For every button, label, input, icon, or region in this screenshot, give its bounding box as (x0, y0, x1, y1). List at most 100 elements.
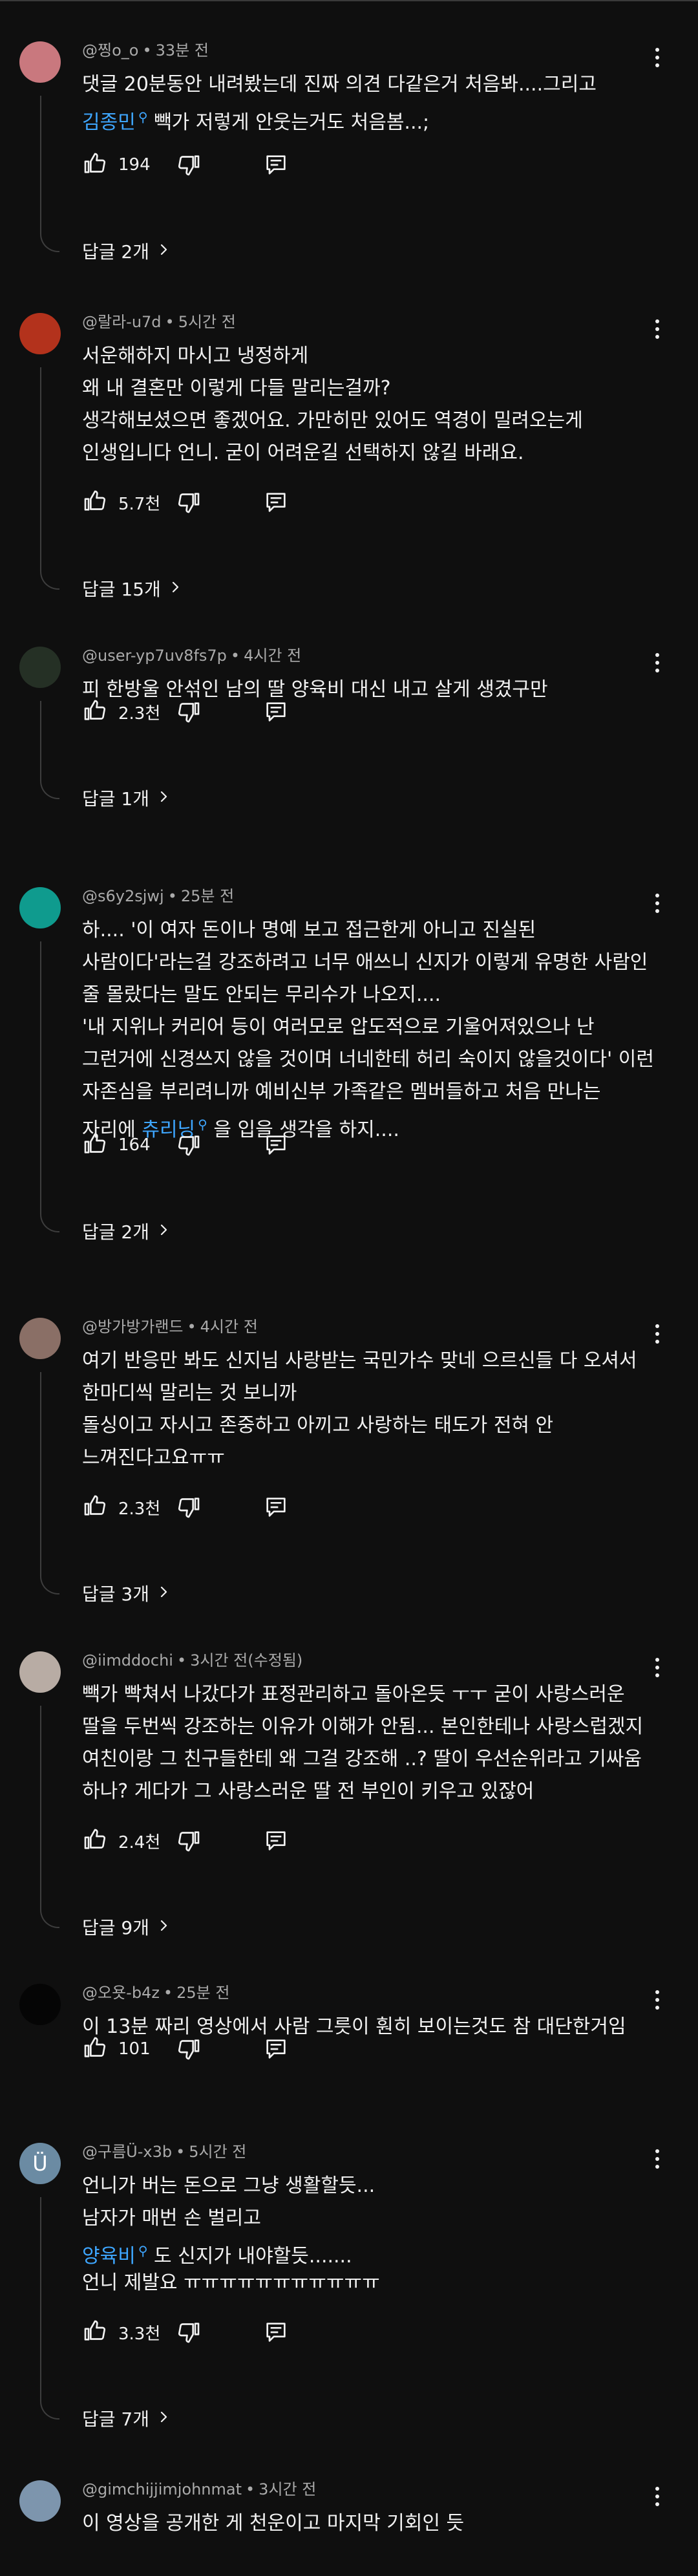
like-button[interactable]: 2.3천 (82, 1491, 160, 1523)
comment-text-line: 사람이다'라는걸 강조하려고 너무 애쓰니 신지가 이렇게 유명한 사람인 (82, 947, 651, 979)
author-handle[interactable]: @gimchijjimjohnmat (82, 2480, 242, 2498)
dislike-button[interactable] (176, 2036, 202, 2062)
thread-connector (40, 1372, 59, 1594)
author-handle[interactable]: @랄라-u7d (82, 313, 162, 331)
author-handle[interactable]: @s6y2sjwj (82, 887, 164, 905)
comment-text-line: 돌싱이고 자시고 존중하고 아끼고 사랑하는 태도가 전혀 안 (82, 1410, 651, 1442)
comment-time: 3시간 전(수정됨) (190, 1651, 303, 1669)
comment-reply-icon (263, 1135, 289, 1161)
dislike-button[interactable] (176, 1132, 202, 1158)
thumb-up-icon (82, 1131, 108, 1159)
dislike-button[interactable] (176, 1494, 202, 1520)
thumb-down-icon (176, 702, 202, 727)
mention-text: 김종민 (82, 111, 136, 134)
reply-button[interactable] (263, 2319, 289, 2345)
chevron-right-icon (149, 1916, 171, 1938)
reply-button[interactable] (263, 1828, 289, 1854)
view-replies-button[interactable]: 답글 3개 (82, 1580, 171, 1606)
author-handle[interactable]: @구름Ü-x3b (82, 2143, 172, 2161)
view-replies-button[interactable]: 답글 9개 (82, 1914, 171, 1940)
comment-text-line: 댓글 20분동안 내려봤는데 진짜 의견 다같은거 처음봐....그리고 (82, 69, 651, 101)
chevron-right-icon (149, 2408, 171, 2429)
view-replies-button[interactable]: 답글 2개 (82, 1218, 171, 1244)
comment-text: 서운해하지 마시고 냉정하게 왜 내 결혼만 이렇게 다들 말리는걸까? 생각해보셨… (82, 340, 651, 469)
author-handle[interactable]: @오욧-b4z (82, 1984, 160, 2002)
separator-dot: • (142, 41, 152, 59)
comment-text-line: 딸을 두번씩 강조하는 이유가 이해가 안됨... 본인한테나 사랑스럽겠지 (82, 1711, 651, 1743)
like-button[interactable]: 5.7천 (82, 486, 160, 519)
dislike-button[interactable] (176, 489, 202, 515)
chevron-right-icon (149, 1583, 171, 1604)
reply-button[interactable] (263, 2036, 289, 2062)
separator-dot: • (230, 647, 240, 665)
comment-actions: 5.7천 (82, 486, 405, 519)
comment-header: @방가방가랜드 • 4시간 전 (82, 1316, 258, 1337)
author-handle[interactable]: @방가방가랜드 (82, 1318, 183, 1336)
comment-text-segment: 도 신지가 내야할듯....... (147, 2245, 352, 2268)
comment-text-segment: 하.... '이 여자 돈이나 명예 보고 접근한게 아니고 진실된 (82, 919, 536, 941)
comment-text-line: 언니가 버는 돈으로 그냥 생활할듯... (82, 2170, 651, 2202)
comment-text-segment: 댓글 20분동안 내려봤는데 진짜 의견 다같은거 처음봐....그리고 (82, 73, 597, 96)
author-avatar[interactable] (19, 41, 61, 83)
like-count: 101 (118, 2039, 151, 2059)
comment-header: @구름Ü-x3b • 5시간 전 (82, 2141, 246, 2162)
author-avatar[interactable] (19, 887, 61, 928)
comment-time: 25분 전 (176, 1984, 230, 2002)
separator-dot: • (167, 887, 177, 905)
author-avatar[interactable] (19, 1984, 61, 2025)
author-handle[interactable]: @iimddochi (82, 1651, 173, 1669)
comment-time: 5시간 전 (189, 2143, 247, 2161)
view-replies-button[interactable]: 답글 1개 (82, 785, 171, 811)
reply-button[interactable] (263, 1132, 289, 1158)
reply-button[interactable] (263, 1494, 289, 1520)
reply-button[interactable] (263, 699, 289, 725)
author-avatar[interactable] (19, 1318, 61, 1359)
author-avatar[interactable] (19, 1651, 61, 1693)
thread-connector (40, 96, 59, 252)
reply-button[interactable] (263, 152, 289, 178)
separator-dot: • (246, 2480, 255, 2498)
author-avatar[interactable]: Ü (19, 2143, 61, 2184)
comment-text-line: 왜 내 결혼만 이렇게 다들 말리는걸까? (82, 372, 651, 405)
like-button[interactable]: 2.3천 (82, 696, 160, 728)
comment-text-line: 하나? 게다가 그 사랑스러운 딸 전 부인이 키우고 있잖어 (82, 1776, 651, 1808)
chevron-right-icon (149, 241, 171, 262)
dislike-button[interactable] (176, 152, 202, 178)
like-button[interactable]: 2.4천 (82, 1825, 160, 1857)
view-replies-button[interactable]: 답글 2개 (82, 238, 171, 264)
comment-actions: 194 (82, 149, 405, 181)
author-handle[interactable]: @찡o_o (82, 41, 138, 59)
view-replies-button[interactable]: 답글 15개 (82, 575, 183, 601)
like-button[interactable]: 194 (82, 149, 151, 181)
thumb-up-icon (82, 1827, 108, 1855)
like-button[interactable]: 164 (82, 1129, 151, 1161)
comment-text-segment: 그런거에 신경쓰지 않을 것이며 너네한테 허리 숙이지 않을것이다' 이런 (82, 1048, 654, 1071)
like-button[interactable]: 101 (82, 2033, 151, 2065)
mention-link[interactable]: 양육비 ⚲ (82, 2243, 147, 2268)
chevron-right-icon (161, 578, 183, 599)
dislike-button[interactable] (176, 1828, 202, 1854)
thumb-up-icon (82, 698, 108, 726)
author-avatar[interactable] (19, 2480, 61, 2522)
reply-button[interactable] (263, 489, 289, 515)
mention-link[interactable]: 김종민 ⚲ (82, 109, 147, 134)
comment-time: 3시간 전 (259, 2480, 317, 2498)
like-button[interactable]: 3.3천 (82, 2316, 160, 2348)
thread-connector (40, 1706, 59, 1928)
author-avatar[interactable] (19, 313, 61, 354)
comment-text-segment: '내 지위나 커리어 등이 여러모로 압도적으로 기울어져있으나 난 (82, 1016, 595, 1038)
chevron-right-icon (149, 1221, 171, 1242)
dislike-button[interactable] (176, 2319, 202, 2345)
comment-reply-icon (263, 493, 289, 518)
view-replies-button[interactable]: 답글 7개 (82, 2405, 171, 2431)
comment-text-line: 빽가 빡쳐서 나갔다가 표정관리하고 돌아온듯 ㅜㅜ 굳이 사랑스러운 (82, 1679, 651, 1711)
author-avatar[interactable] (19, 647, 61, 688)
comment-reply-icon (263, 2039, 289, 2065)
replies-label: 답글 3개 (82, 1583, 149, 1605)
author-handle[interactable]: @user-yp7uv8fs7p (82, 647, 227, 665)
like-count: 194 (118, 155, 151, 175)
top-divider (0, 0, 698, 1)
comment-text-line: 한마디씩 말리는 것 보니까 (82, 1377, 651, 1410)
like-count: 3.3천 (118, 2324, 161, 2344)
dislike-button[interactable] (176, 699, 202, 725)
